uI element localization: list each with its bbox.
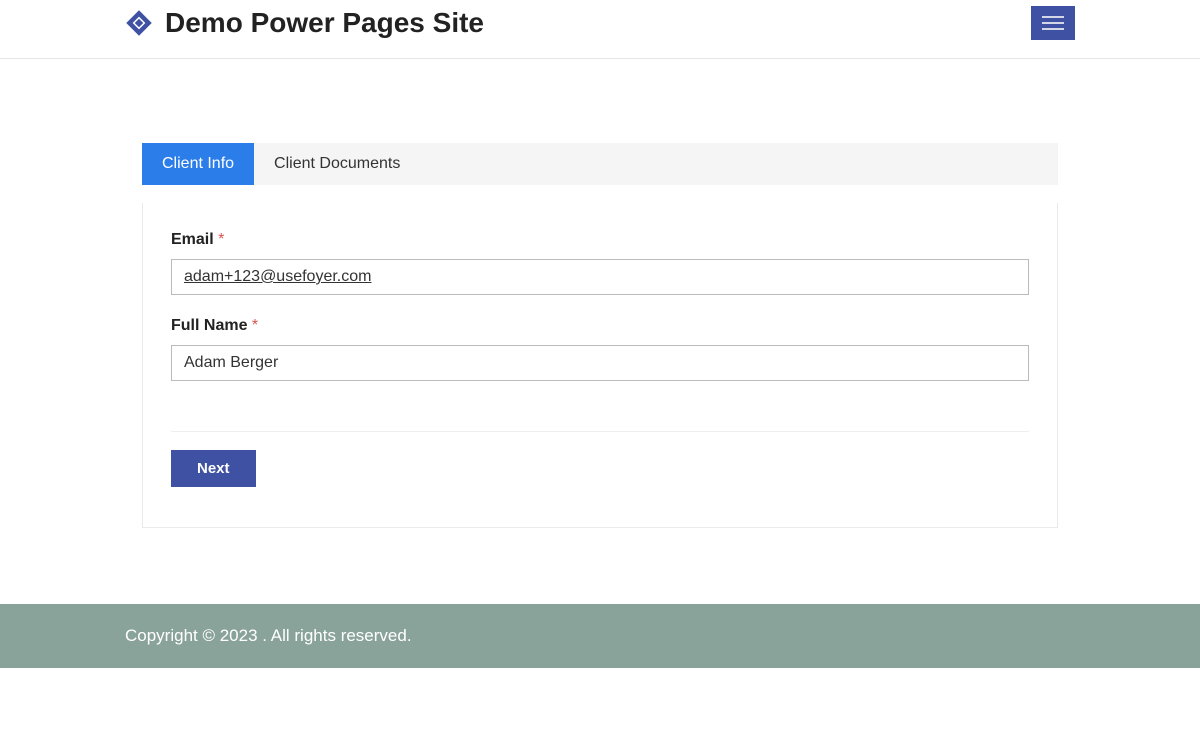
site-title: Demo Power Pages Site <box>165 7 484 39</box>
fullname-field[interactable] <box>171 345 1029 381</box>
tab-strip: Client Info Client Documents <box>142 143 1058 185</box>
email-field[interactable] <box>171 259 1029 295</box>
required-mark: * <box>218 231 224 248</box>
brand[interactable]: Demo Power Pages Site <box>125 7 484 39</box>
next-button[interactable]: Next <box>171 450 256 487</box>
email-label: Email * <box>171 231 1029 249</box>
required-mark: * <box>252 317 258 334</box>
tab-client-info[interactable]: Client Info <box>142 143 254 185</box>
navbar: Demo Power Pages Site <box>0 0 1200 59</box>
form-group-fullname: Full Name * <box>171 317 1029 381</box>
footer: Copyright © 2023 . All rights reserved. <box>0 604 1200 668</box>
form-actions: Next <box>171 431 1029 487</box>
hamburger-icon <box>1042 16 1064 18</box>
menu-toggle-button[interactable] <box>1031 6 1075 40</box>
brand-logo-icon <box>125 9 153 37</box>
form-group-email: Email * <box>171 231 1029 295</box>
fullname-label: Full Name * <box>171 317 1029 335</box>
tab-client-documents[interactable]: Client Documents <box>254 143 420 185</box>
copyright-text: Copyright © 2023 . All rights reserved. <box>125 626 412 645</box>
main-container: Client Info Client Documents Email * Ful… <box>0 59 1200 528</box>
form-card: Email * Full Name * Next <box>142 203 1058 528</box>
